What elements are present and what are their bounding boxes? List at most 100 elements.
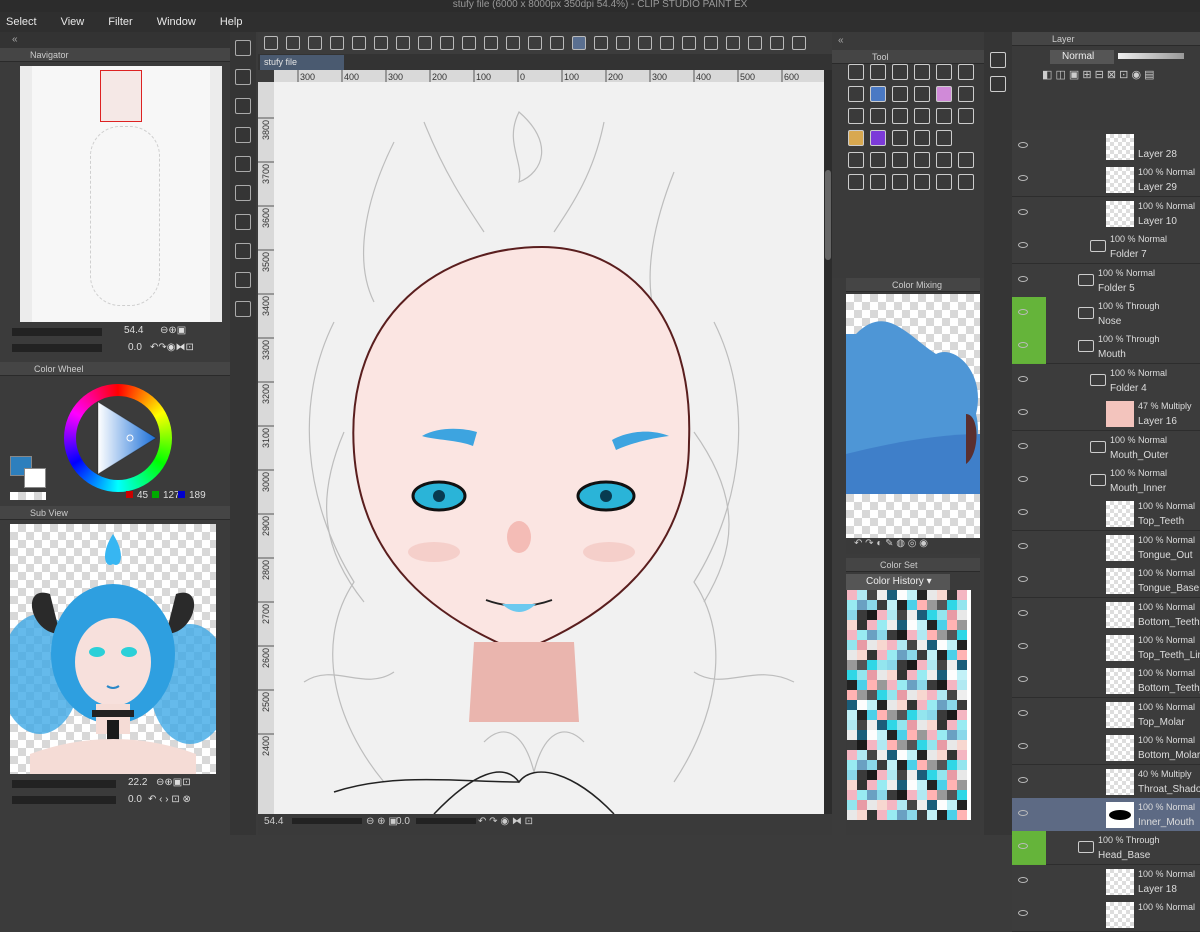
color-swatch[interactable] — [887, 590, 897, 600]
color-swatch[interactable] — [847, 690, 857, 700]
zoom-tool-icon[interactable] — [848, 64, 864, 80]
visibility-eye-icon[interactable] — [1018, 876, 1028, 883]
eyedropper-tool-icon[interactable] — [936, 64, 952, 80]
color-swatch[interactable] — [927, 730, 937, 740]
circle-tool-icon[interactable] — [914, 130, 930, 146]
visibility-eye-icon[interactable] — [1018, 743, 1028, 750]
color-swatch[interactable] — [937, 670, 947, 680]
eyedrop-2-tool-icon[interactable] — [958, 174, 974, 190]
color-swatch[interactable] — [937, 760, 947, 770]
frame-6-icon[interactable] — [748, 36, 762, 50]
sub-color-swatch[interactable] — [24, 468, 46, 488]
frame-4-icon[interactable] — [704, 36, 718, 50]
color-swatch[interactable] — [897, 750, 907, 760]
color-swatch[interactable] — [957, 640, 967, 650]
color-swatch[interactable] — [917, 720, 927, 730]
color-swatch[interactable] — [887, 720, 897, 730]
color-swatch[interactable] — [937, 710, 947, 720]
visibility-eye-icon[interactable] — [1018, 709, 1028, 716]
color-swatch[interactable] — [907, 660, 917, 670]
layer-property-icon[interactable] — [990, 52, 1006, 68]
save-icon[interactable] — [235, 98, 251, 114]
folder-icon[interactable] — [1078, 340, 1094, 353]
color-swatch[interactable] — [937, 740, 947, 750]
color-swatch[interactable] — [927, 810, 937, 820]
visibility-eye-icon[interactable] — [1018, 476, 1028, 482]
ink-tool-icon[interactable] — [848, 130, 864, 146]
color-swatch[interactable] — [857, 660, 867, 670]
color-swatch[interactable] — [867, 710, 877, 720]
color-swatch[interactable] — [847, 660, 857, 670]
folder-icon[interactable] — [1090, 240, 1106, 253]
clip-studio-icon[interactable] — [286, 36, 300, 50]
color-swatch[interactable] — [847, 770, 857, 780]
visibility-eye-icon[interactable] — [1018, 910, 1028, 917]
visibility-eye-icon[interactable] — [1018, 409, 1028, 416]
folder-icon[interactable] — [1078, 273, 1094, 286]
color-swatch[interactable] — [897, 720, 907, 730]
arrow-tool-icon[interactable] — [892, 174, 908, 190]
layer-row[interactable]: 40 % Multiply Throat_Shadow — [1012, 764, 1200, 799]
color-swatch[interactable] — [907, 650, 917, 660]
color-swatch[interactable] — [927, 710, 937, 720]
sub-view-nav-icons[interactable]: ↶ ‹ › ⊡ ⊗ — [148, 794, 191, 805]
color-swatch[interactable] — [937, 730, 947, 740]
color-swatch[interactable] — [947, 730, 957, 740]
pen-snap-icon[interactable] — [594, 36, 608, 50]
visibility-eye-icon[interactable] — [1018, 509, 1028, 516]
eraser-2-tool-icon[interactable] — [892, 130, 908, 146]
status-rotation-slider[interactable] — [416, 818, 476, 824]
color-swatch[interactable] — [937, 750, 947, 760]
color-swatch[interactable] — [847, 600, 857, 610]
color-swatch[interactable] — [887, 750, 897, 760]
folder-icon[interactable] — [1090, 373, 1106, 386]
color-swatch[interactable] — [857, 670, 867, 680]
color-swatch[interactable] — [847, 710, 857, 720]
layer-row[interactable]: 100 % Normal Tongue_Out — [1012, 530, 1200, 565]
color-swatch[interactable] — [907, 770, 917, 780]
color-swatch[interactable] — [927, 760, 937, 770]
color-swatch[interactable] — [917, 730, 927, 740]
color-swatch[interactable] — [907, 800, 917, 810]
color-swatch[interactable] — [947, 690, 957, 700]
color-swatch[interactable] — [927, 650, 937, 660]
visibility-eye-icon[interactable] — [1018, 275, 1028, 282]
color-swatch[interactable] — [957, 730, 967, 740]
color-swatch[interactable] — [847, 700, 857, 710]
visibility-eye-icon[interactable] — [1018, 309, 1028, 315]
color-swatch[interactable] — [957, 680, 967, 690]
color-swatch[interactable] — [857, 690, 867, 700]
undo-icon[interactable] — [374, 36, 388, 50]
folder-icon[interactable] — [1078, 841, 1094, 854]
color-swatch[interactable] — [917, 790, 927, 800]
color-swatch[interactable] — [857, 680, 867, 690]
color-swatch[interactable] — [937, 600, 947, 610]
sub-view-rotation-slider[interactable] — [12, 796, 116, 804]
color-swatch[interactable] — [847, 620, 857, 630]
color-swatch[interactable] — [897, 760, 907, 770]
color-swatch[interactable] — [957, 700, 967, 710]
color-swatch[interactable] — [847, 680, 857, 690]
color-swatch[interactable] — [857, 710, 867, 720]
color-swatch[interactable] — [937, 780, 947, 790]
status-zoom-icons[interactable]: ⊖ ⊕ ▣ — [366, 816, 398, 827]
text-2-tool-icon[interactable] — [958, 152, 974, 168]
visibility-eye-icon[interactable] — [1018, 542, 1028, 549]
color-swatch[interactable] — [857, 590, 867, 600]
color-swatch[interactable] — [897, 790, 907, 800]
canvas-vertical-scrollbar[interactable] — [824, 70, 832, 814]
color-swatch[interactable] — [887, 690, 897, 700]
color-swatch[interactable] — [867, 700, 877, 710]
zoom-slider[interactable] — [12, 328, 102, 336]
color-swatch[interactable] — [947, 790, 957, 800]
color-swatch[interactable] — [847, 610, 857, 620]
color-swatch[interactable] — [937, 630, 947, 640]
color-swatch[interactable] — [877, 740, 887, 750]
color-swatch[interactable] — [857, 640, 867, 650]
color-swatch[interactable] — [917, 750, 927, 760]
zoom-in-icon[interactable]: ⊖⊕▣ — [160, 325, 186, 336]
navigator-view-frame[interactable] — [100, 70, 142, 122]
magic-wand-tool-icon[interactable] — [914, 64, 930, 80]
water-tool-icon[interactable] — [892, 152, 908, 168]
layer-row[interactable]: 100 % Normal Layer 29 — [1012, 163, 1200, 198]
